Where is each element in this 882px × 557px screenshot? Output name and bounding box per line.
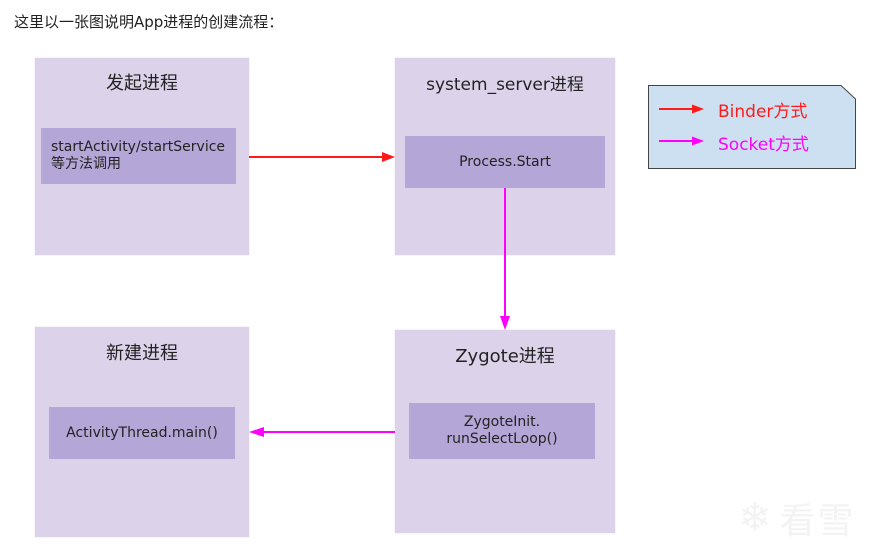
snowflake-icon: ❄ [738,495,774,541]
legend: Binder方式 Socket方式 [648,85,856,169]
arrows-layer [249,152,510,437]
legend-label-socket: Socket方式 [718,135,809,155]
watermark-text: 看雪 [779,501,856,542]
edge-socket-system-server-to-zygote [500,188,510,330]
edge-binder-initiator-to-system-server [249,152,395,162]
legend-label-binder: Binder方式 [718,102,808,122]
edge-socket-zygote-to-new-process [249,427,395,437]
watermark: ❄ 看雪 [738,492,856,544]
